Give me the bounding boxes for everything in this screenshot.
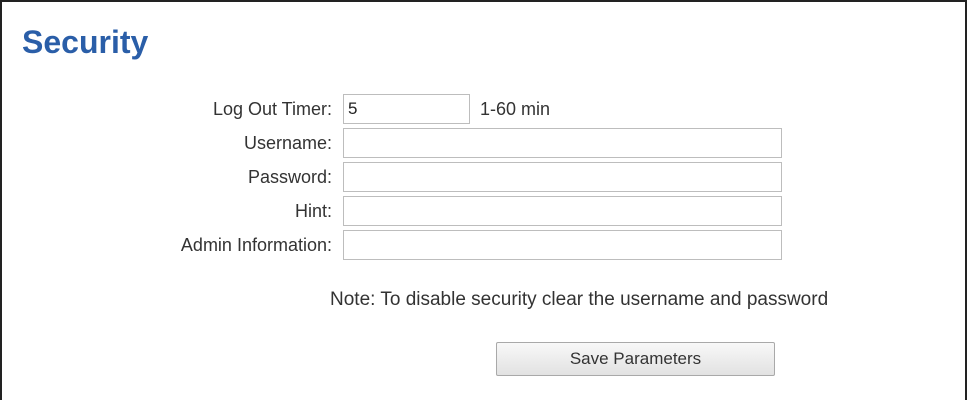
password-row: Password:: [2, 162, 967, 192]
password-label: Password:: [247, 167, 332, 187]
username-row: Username:: [2, 128, 967, 158]
username-input[interactable]: [343, 128, 782, 158]
security-panel: Security Log Out Timer: 1-60 min Usernam…: [0, 0, 967, 400]
log-out-timer-input[interactable]: [343, 94, 470, 124]
security-note: Note: To disable security clear the user…: [330, 289, 829, 310]
page-title: Security: [22, 24, 149, 60]
log-out-timer-row: Log Out Timer: 1-60 min: [2, 94, 967, 124]
save-parameters-button[interactable]: Save Parameters: [496, 342, 775, 376]
hint-row: Hint:: [2, 196, 967, 226]
log-out-timer-label: Log Out Timer:: [212, 99, 332, 119]
username-label: Username:: [243, 133, 332, 153]
log-out-timer-range-hint: 1-60 min: [480, 99, 551, 119]
admin-information-row: Admin Information:: [2, 230, 967, 260]
admin-information-input[interactable]: [343, 230, 782, 260]
hint-input[interactable]: [343, 196, 782, 226]
password-input[interactable]: [343, 162, 782, 192]
admin-information-label: Admin Information:: [180, 235, 332, 255]
hint-label: Hint:: [294, 201, 332, 221]
